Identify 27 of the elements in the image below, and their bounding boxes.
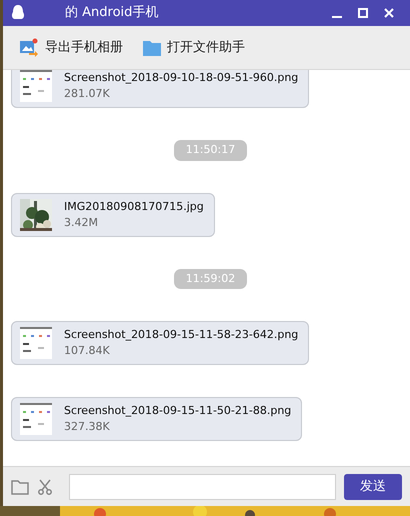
send-button[interactable]: 发送 (344, 474, 402, 500)
minimize-icon (332, 16, 342, 18)
file-size: 107.84K (64, 343, 111, 359)
file-name: Screenshot_2018-09-15-11-58-23-642.png (64, 327, 298, 343)
message-input[interactable] (69, 474, 336, 500)
file-message-bubble[interactable]: Screenshot_2018-09-15-11-58-23-642.png 107.84K (11, 321, 310, 365)
file-message-bubble[interactable]: IMG20180908170715.jpg 3.42M (11, 192, 215, 236)
file-message-bubble[interactable]: Screenshot_2018-09-10-18-09-51-960.png 281.07K (11, 70, 310, 108)
toolbar-button[interactable]: 打开文件助手 (143, 38, 245, 58)
time-stamp: 11:59:02 (174, 268, 248, 289)
file-size: 327.38K (64, 419, 111, 435)
close-icon (384, 8, 394, 18)
file-size: 3.42M (64, 214, 99, 230)
file-message-bubble[interactable]: Screenshot_2018-09-15-11-50-21-88.png 327.38K (11, 397, 302, 441)
scissors-icon[interactable] (37, 478, 53, 494)
photo-export-icon (19, 38, 39, 58)
folder-icon[interactable] (11, 478, 29, 494)
penguin-icon (11, 5, 25, 21)
window-title: 的 Android手机 (65, 4, 158, 22)
toolbar-button[interactable]: 导出手机相册 (19, 38, 123, 58)
file-size: 281.07K (64, 86, 111, 102)
maximize-icon (358, 8, 368, 18)
folder-icon (143, 40, 161, 56)
time-stamp: 11:50:17 (174, 140, 248, 160)
file-name: Screenshot_2018-09-10-18-09-51-960.png (64, 70, 298, 86)
file-name: IMG20180908170715.jpg (64, 198, 204, 214)
file-name: Screenshot_2018-09-15-11-50-21-88.png (64, 403, 292, 419)
